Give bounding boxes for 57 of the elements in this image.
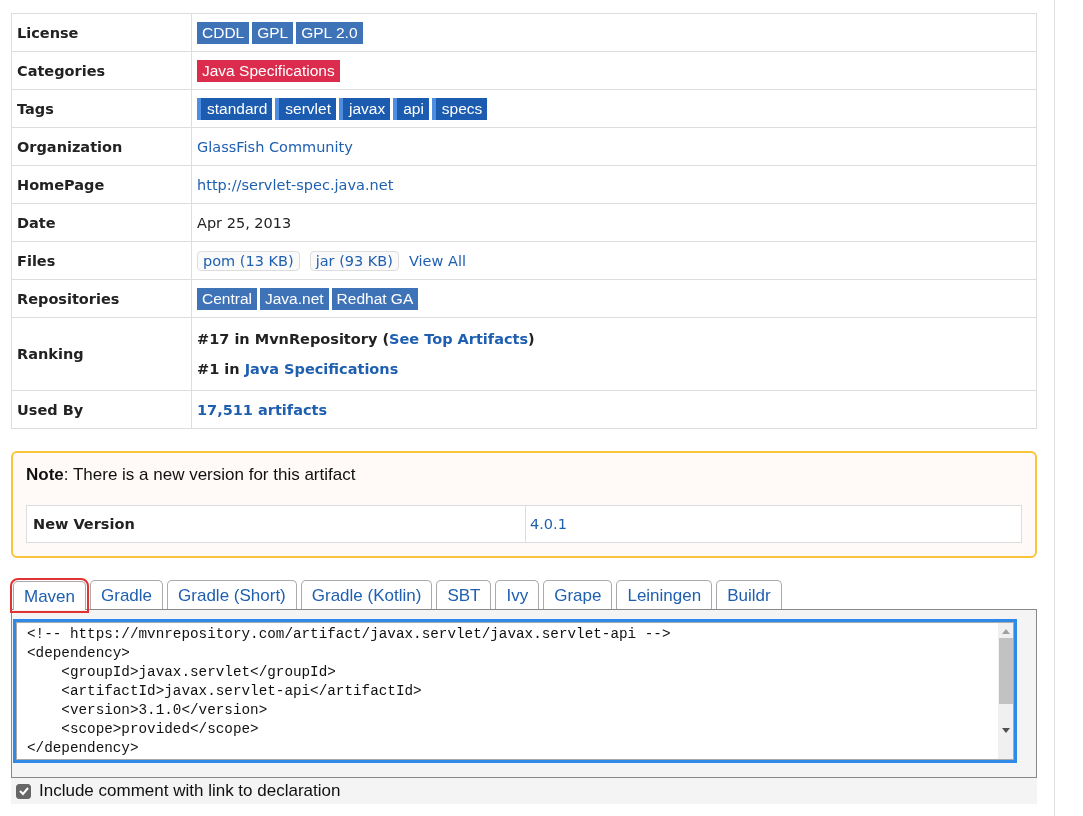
checkbox-label: Include comment with link to declaration [39,781,341,801]
tab[interactable]: Gradle [90,580,164,609]
scrollbar[interactable] [998,623,1013,759]
link[interactable]: 17,511 artifacts [197,401,328,418]
code-line: <version>3.1.0</version> [60,701,269,720]
link[interactable]: See Top Artifacts [389,331,529,347]
badge-link[interactable]: api [393,97,429,120]
badge-link[interactable]: standard [197,97,273,120]
row-label: New Version [27,506,526,542]
badge-link[interactable]: servlet [275,97,336,120]
tab[interactable]: SBT [436,580,492,609]
file-link[interactable]: pom (13 KB) [197,250,300,271]
value-text: Apr 25, 2013 [197,214,292,231]
badge-link[interactable]: GPL [252,21,294,44]
link[interactable]: GlassFish Community [197,138,353,155]
view-all-link[interactable]: View All [408,252,466,269]
ranking-text: #1 in Java Specifications [197,360,400,379]
code-area[interactable] [16,622,1014,760]
tab[interactable]: Leiningen [616,580,713,609]
file-link[interactable]: jar (93 KB) [309,250,399,271]
note-text: Note: There is a new version for this artifact [26,465,357,485]
version-link[interactable]: 4.0.1 [530,516,567,532]
code-line: <scope>provided</scope> [60,720,260,739]
row-label: Repositories [11,279,192,318]
checkbox[interactable] [16,783,31,799]
code-line: <dependency> [27,644,131,663]
row-label: Categories [11,51,192,90]
code-line: </dependency> [27,739,140,758]
row-label: License [11,13,192,52]
row-label: Date [11,203,192,242]
tab[interactable]: Buildr [716,580,782,609]
tab[interactable]: Gradle (Short) [167,580,297,609]
tab[interactable]: Gradle (Kotlin) [300,580,433,609]
row-label: Files [11,241,192,280]
badge-link[interactable]: CDDL [197,21,250,44]
row-label: Ranking [11,317,192,391]
badge-link[interactable]: Redhat GA [331,287,419,310]
ranking-text: #17 in MvnRepository (See Top Artifacts) [197,330,536,349]
scroll-down-icon[interactable] [1000,727,1011,735]
code-line: <groupId>javax.servlet</groupId> [60,663,337,682]
badge-link[interactable]: GPL 2.0 [296,21,363,44]
row-label: HomePage [11,165,192,204]
badge-link[interactable]: specs [431,97,488,120]
badge-link[interactable]: javax [339,97,391,120]
link[interactable]: http://servlet-spec.java.net [197,176,394,193]
code-line: <!-- https://mvnrepository.com/artifact/javax.servlet/javax.servlet-api --> [27,625,672,644]
row-label: Used By [11,390,192,429]
badge-link[interactable]: Java.net [259,287,329,310]
tab[interactable]: Maven [13,581,87,610]
link[interactable]: Java Specifications [244,361,399,377]
row-label: Organization [11,127,192,166]
badge-link[interactable]: Java Specifications [197,59,340,82]
badge-link[interactable]: Central [197,287,257,310]
tab[interactable]: Ivy [495,580,540,609]
row-label: Tags [11,89,192,128]
code-line: <artifactId>javax.servlet-api</artifactId> [60,682,423,701]
tab[interactable]: Grape [543,580,613,609]
